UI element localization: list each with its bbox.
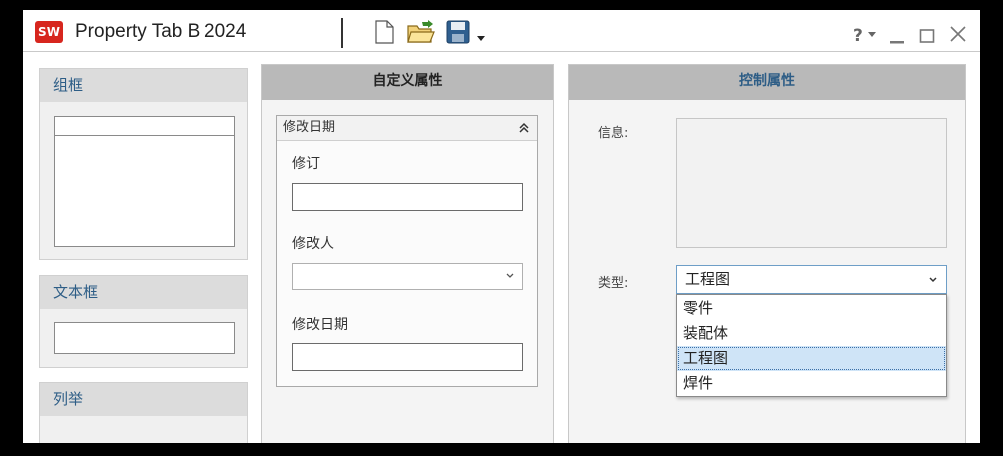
palette-item-label: 列举 [40, 383, 247, 416]
help-icon[interactable]: ? [851, 22, 879, 46]
collapse-double-chevron-icon[interactable] [517, 121, 531, 135]
palette-item-textbox[interactable]: 文本框 [39, 275, 248, 368]
panel-title: 控制属性 [569, 65, 965, 100]
type-option-drawing[interactable]: 工程图 [677, 346, 946, 371]
palette-item-list[interactable]: 列举 [39, 382, 248, 443]
group-title: 修改日期 [283, 120, 336, 135]
group-header[interactable]: 修改日期 [277, 116, 537, 141]
new-document-icon[interactable] [373, 20, 395, 44]
modified-date-label: 修改日期 [292, 317, 348, 333]
close-icon[interactable] [949, 22, 967, 46]
minimize-icon[interactable] [889, 26, 905, 50]
type-option-weldment[interactable]: 焊件 [677, 371, 946, 396]
type-label: 类型: [598, 276, 629, 291]
control-properties-panel: 控制属性 信息: 类型: 工程图 零件 装配体 工程图 焊件 [568, 64, 966, 443]
palette-item-group-box[interactable]: 组框 [39, 68, 248, 260]
revision-input[interactable] [292, 183, 523, 211]
save-icon[interactable] [445, 20, 471, 44]
revision-label: 修订 [292, 156, 320, 172]
maximize-icon[interactable] [919, 24, 935, 48]
info-box [676, 118, 947, 248]
type-option-part[interactable]: 零件 [677, 296, 946, 321]
solidworks-logo-icon: SW [35, 21, 63, 43]
info-label: 信息: [598, 126, 629, 141]
svg-text:?: ? [853, 26, 863, 46]
app-window: SW Property Tab Builder2024 ? [23, 10, 980, 443]
modified-by-label: 修改人 [292, 236, 334, 252]
textbox-preview [54, 322, 235, 354]
type-dropdown-list: 零件 装配体 工程图 焊件 [676, 294, 947, 397]
group-box-modified-date[interactable]: 修改日期 修订 修改人 修改日期 [276, 115, 538, 387]
title-bar: SW Property Tab Builder2024 ? [23, 10, 980, 52]
modified-date-input[interactable] [292, 343, 523, 371]
chevron-down-icon [506, 273, 514, 278]
palette-item-label: 文本框 [40, 276, 247, 309]
chevron-down-icon [929, 277, 937, 283]
save-dropdown-arrow-icon[interactable] [475, 26, 487, 50]
type-selected-value: 工程图 [685, 270, 731, 288]
group-box-preview [54, 116, 235, 247]
panel-title: 自定义属性 [262, 65, 553, 100]
toolbar-separator [341, 18, 343, 48]
modified-by-select[interactable] [292, 263, 523, 290]
type-option-assembly[interactable]: 装配体 [677, 321, 946, 346]
custom-properties-panel: 自定义属性 修改日期 修订 修改人 修改日期 [261, 64, 554, 443]
window-title: Property Tab Builder2024 [75, 21, 246, 43]
app-year: 2024 [204, 21, 247, 42]
open-folder-icon[interactable] [406, 20, 436, 44]
type-select[interactable]: 工程图 [676, 265, 947, 294]
app-name: Property Tab Builder [75, 21, 200, 42]
palette-item-label: 组框 [40, 69, 247, 102]
